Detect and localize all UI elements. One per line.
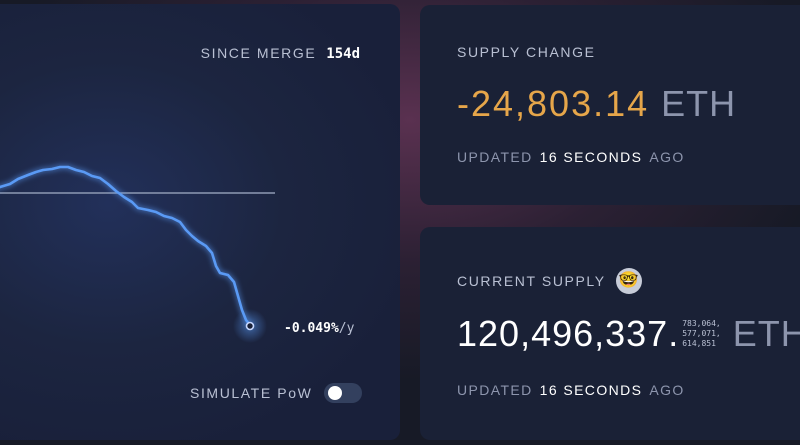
supply-change-value: -24,803.14 <box>457 83 650 124</box>
decimals-line: 577,071, <box>682 329 721 338</box>
decimals-line: 614,851 <box>682 339 716 348</box>
current-supply-card: CURRENT SUPPLY 🤓 120,496,337 . 783,064, … <box>420 227 800 440</box>
supply-line <box>0 165 252 327</box>
current-supply-value: 120,496,337 <box>457 313 669 354</box>
simulate-pow: SIMULATE PoW <box>190 383 363 403</box>
supply-change-amount: -24,803.14 ETH <box>457 83 736 125</box>
current-point <box>245 321 255 331</box>
current-supply-unit: ETH <box>732 313 800 354</box>
current-supply-dot: . <box>668 313 679 354</box>
supply-change-title: SUPPLY CHANGE <box>457 44 596 60</box>
current-supply-title: CURRENT SUPPLY <box>457 273 606 289</box>
simulate-pow-toggle[interactable] <box>324 383 363 403</box>
updated-prefix: UPDATED <box>457 382 533 398</box>
current-supply-updated: UPDATED 16 SECONDS AGO <box>457 382 685 398</box>
current-supply-header: CURRENT SUPPLY 🤓 <box>457 268 642 294</box>
decimals-line: 783,064, <box>682 319 721 328</box>
updated-suffix: AGO <box>649 382 685 398</box>
supply-chart <box>0 165 275 343</box>
since-merge: SINCE MERGE 154d <box>201 45 360 62</box>
nerd-face-icon[interactable]: 🤓 <box>615 268 642 294</box>
updated-suffix: AGO <box>649 149 685 165</box>
updated-prefix: UPDATED <box>457 149 533 165</box>
supply-change-card: SUPPLY CHANGE -24,803.14 ETH UPDATED 16 … <box>420 5 800 205</box>
since-merge-value: 154d <box>326 46 360 62</box>
supply-chart-card: SINCE MERGE 154d -0.049% /y SIMULATE PoW <box>0 4 400 440</box>
simulate-pow-label: SIMULATE PoW <box>190 385 313 401</box>
rate-unit: /y <box>338 321 355 336</box>
updated-value: 16 SECONDS <box>539 149 643 165</box>
rate-value: -0.049% <box>284 321 339 336</box>
current-supply-decimals: 783,064, 577,071, 614,851 <box>682 319 721 349</box>
supply-rate: -0.049% /y <box>284 321 354 336</box>
supply-change-updated: UPDATED 16 SECONDS AGO <box>457 149 685 165</box>
supply-change-unit: ETH <box>661 83 737 124</box>
current-supply-amount: 120,496,337 . 783,064, 577,071, 614,851 … <box>457 313 800 355</box>
toggle-knob <box>328 386 343 400</box>
updated-value: 16 SECONDS <box>539 382 643 398</box>
since-merge-label: SINCE MERGE <box>200 45 317 61</box>
